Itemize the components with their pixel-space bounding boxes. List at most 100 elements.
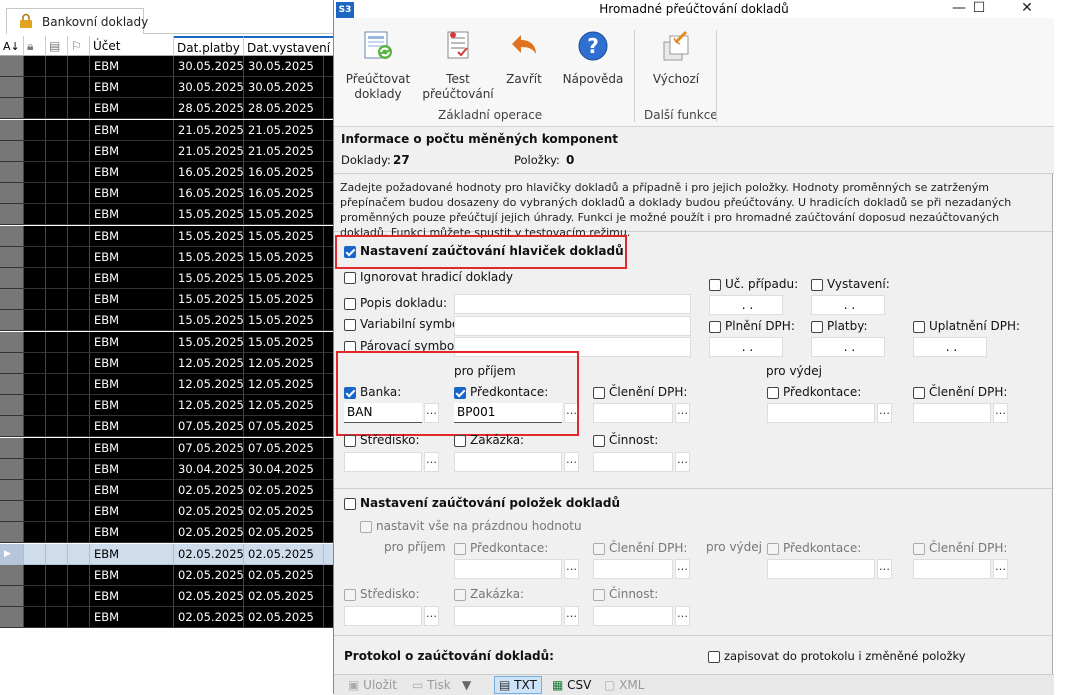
items-cleneni-prijem-checkbox[interactable] — [593, 543, 605, 555]
filter-button[interactable]: ▼ — [462, 678, 471, 692]
flag-column-header[interactable]: ⚐ — [68, 36, 90, 56]
lock-column-header[interactable]: 🔒︎ — [24, 36, 46, 56]
cinnost-browse-button[interactable]: … — [675, 452, 690, 472]
print-button[interactable]: ▭ Tisk — [412, 678, 451, 692]
column-header-dat-vystaveni[interactable]: Dat.vystavení — [244, 36, 340, 56]
predkontace-vydej-checkbox[interactable] — [767, 387, 779, 399]
table-row[interactable]: EBM 07.05.2025 07.05.2025 — [0, 416, 340, 438]
cleneni-vydej-checkbox[interactable] — [913, 387, 925, 399]
csv-button[interactable]: ▦ CSV — [552, 678, 591, 692]
items-predkontace-prijem-browse-button[interactable]: … — [564, 559, 579, 579]
items-cleneni-prijem-input[interactable] — [593, 559, 673, 579]
cleneni-prijem-browse-button[interactable]: … — [675, 403, 690, 423]
protocol-log-checkbox[interactable] — [708, 651, 720, 663]
table-row[interactable]: EBM 21.05.2025 21.05.2025 — [0, 140, 340, 162]
platby-checkbox[interactable] — [811, 321, 823, 333]
items-settings-checkbox[interactable] — [344, 498, 356, 510]
table-row[interactable]: EBM 02.05.2025 02.05.2025 — [0, 564, 340, 586]
close-ribbon-button[interactable]: Zavřít — [502, 30, 546, 87]
items-predkontace-vydej-browse-button[interactable]: … — [877, 559, 892, 579]
save-button[interactable]: ▣ Uložit — [348, 678, 397, 692]
default-button[interactable]: Výchozí — [648, 30, 704, 87]
table-row[interactable]: ▶ EBM 02.05.2025 02.05.2025 — [0, 543, 340, 565]
items-predkontace-prijem-checkbox[interactable] — [454, 543, 466, 555]
uc-pripadu-date[interactable]: . . — [709, 295, 783, 315]
table-row[interactable]: EBM 15.05.2025 15.05.2025 — [0, 331, 340, 353]
cinnost-checkbox[interactable] — [593, 435, 605, 447]
txt-button[interactable]: ▤ TXT — [494, 676, 542, 694]
cleneni-prijem-checkbox[interactable] — [593, 387, 605, 399]
plneni-date[interactable]: . . — [709, 337, 783, 357]
table-row[interactable]: EBM 15.05.2025 15.05.2025 — [0, 246, 340, 268]
cleneni-vydej-browse-button[interactable]: … — [993, 403, 1008, 423]
items-zakazka-browse-button[interactable]: … — [564, 606, 579, 626]
table-row[interactable]: EBM 15.05.2025 15.05.2025 — [0, 268, 340, 289]
empty-values-checkbox[interactable] — [360, 521, 372, 533]
table-row[interactable]: EBM 15.05.2025 15.05.2025 — [0, 204, 340, 226]
stredisko-input[interactable] — [344, 452, 422, 472]
popis-checkbox[interactable] — [344, 298, 356, 310]
maximize-button[interactable]: ☐ — [964, 0, 994, 18]
table-row[interactable]: EBM 15.05.2025 15.05.2025 — [0, 225, 340, 247]
table-row[interactable]: EBM 02.05.2025 02.05.2025 — [0, 522, 340, 544]
items-cleneni-vydej-browse-button[interactable]: … — [993, 559, 1008, 579]
cinnost-input[interactable] — [593, 452, 673, 472]
doc-column-header[interactable]: ▤ — [46, 36, 68, 56]
popis-input[interactable] — [454, 294, 691, 314]
cleneni-prijem-input[interactable] — [593, 403, 673, 423]
items-predkontace-vydej-checkbox[interactable] — [767, 543, 779, 555]
table-row[interactable]: EBM 30.05.2025 30.05.2025 — [0, 56, 340, 77]
table-row[interactable]: EBM 30.05.2025 30.05.2025 — [0, 77, 340, 99]
items-cinnost-checkbox[interactable] — [593, 589, 605, 601]
tab-bankovni-doklady[interactable]: Bankovní doklady — [6, 8, 148, 34]
items-cinnost-browse-button[interactable]: … — [675, 606, 690, 626]
items-zakazka-checkbox[interactable] — [454, 589, 466, 601]
uc-pripadu-checkbox[interactable] — [709, 279, 721, 291]
table-row[interactable]: EBM 30.04.2025 30.04.2025 — [0, 458, 340, 480]
table-row[interactable]: EBM 12.05.2025 12.05.2025 — [0, 352, 340, 374]
vystaveni-checkbox[interactable] — [811, 279, 823, 291]
uplatneni-checkbox[interactable] — [913, 321, 925, 333]
zakazka-browse-button[interactable]: … — [564, 452, 579, 472]
ignore-paying-checkbox[interactable] — [344, 272, 356, 284]
table-row[interactable]: EBM 07.05.2025 07.05.2025 — [0, 437, 340, 459]
items-cleneni-vydej-checkbox[interactable] — [913, 543, 925, 555]
items-stredisko-input[interactable] — [344, 606, 422, 626]
table-row[interactable]: EBM 16.05.2025 16.05.2025 — [0, 183, 340, 205]
test-reposting-button[interactable]: Test přeúčtování — [422, 30, 494, 102]
xml-button[interactable]: ▢ XML — [604, 678, 644, 692]
uplatneni-date[interactable]: . . — [913, 337, 987, 357]
predkontace-vydej-browse-button[interactable]: … — [877, 403, 892, 423]
items-cinnost-input[interactable] — [593, 606, 673, 626]
table-row[interactable]: EBM 02.05.2025 02.05.2025 — [0, 586, 340, 607]
table-row[interactable]: EBM 02.05.2025 02.05.2025 — [0, 501, 340, 523]
table-row[interactable]: EBM 28.05.2025 28.05.2025 — [0, 98, 340, 120]
table-row[interactable]: EBM 21.05.2025 21.05.2025 — [0, 119, 340, 141]
items-zakazka-input[interactable] — [454, 606, 562, 626]
column-header-dat-platby[interactable]: Dat.platby — [174, 36, 244, 56]
predkontace-vydej-input[interactable] — [767, 403, 875, 423]
varsym-input[interactable] — [454, 316, 691, 336]
table-row[interactable]: EBM 12.05.2025 12.05.2025 — [0, 374, 340, 395]
varsym-checkbox[interactable] — [344, 319, 356, 331]
help-button[interactable]: ? Nápověda — [560, 30, 626, 87]
items-stredisko-checkbox[interactable] — [344, 589, 356, 601]
vystaveni-date[interactable]: . . — [811, 295, 885, 315]
sort-column-header[interactable]: A↓ — [0, 36, 24, 56]
items-cleneni-vydej-input[interactable] — [913, 559, 991, 579]
table-row[interactable]: EBM 02.05.2025 02.05.2025 — [0, 607, 340, 629]
zakazka-checkbox[interactable] — [454, 435, 466, 447]
table-row[interactable]: EBM 16.05.2025 16.05.2025 — [0, 162, 340, 183]
platby-date[interactable]: . . — [811, 337, 885, 357]
cleneni-vydej-input[interactable] — [913, 403, 991, 423]
items-stredisko-browse-button[interactable]: … — [424, 606, 439, 626]
table-row[interactable]: EBM 15.05.2025 15.05.2025 — [0, 289, 340, 311]
items-predkontace-prijem-input[interactable] — [454, 559, 562, 579]
stredisko-checkbox[interactable] — [344, 435, 356, 447]
zakazka-input[interactable] — [454, 452, 562, 472]
repost-documents-button[interactable]: Přeúčtovat doklady — [344, 30, 412, 102]
table-row[interactable]: EBM 02.05.2025 02.05.2025 — [0, 480, 340, 501]
plneni-checkbox[interactable] — [709, 321, 721, 333]
table-row[interactable]: EBM 12.05.2025 12.05.2025 — [0, 395, 340, 417]
stredisko-browse-button[interactable]: … — [424, 452, 439, 472]
